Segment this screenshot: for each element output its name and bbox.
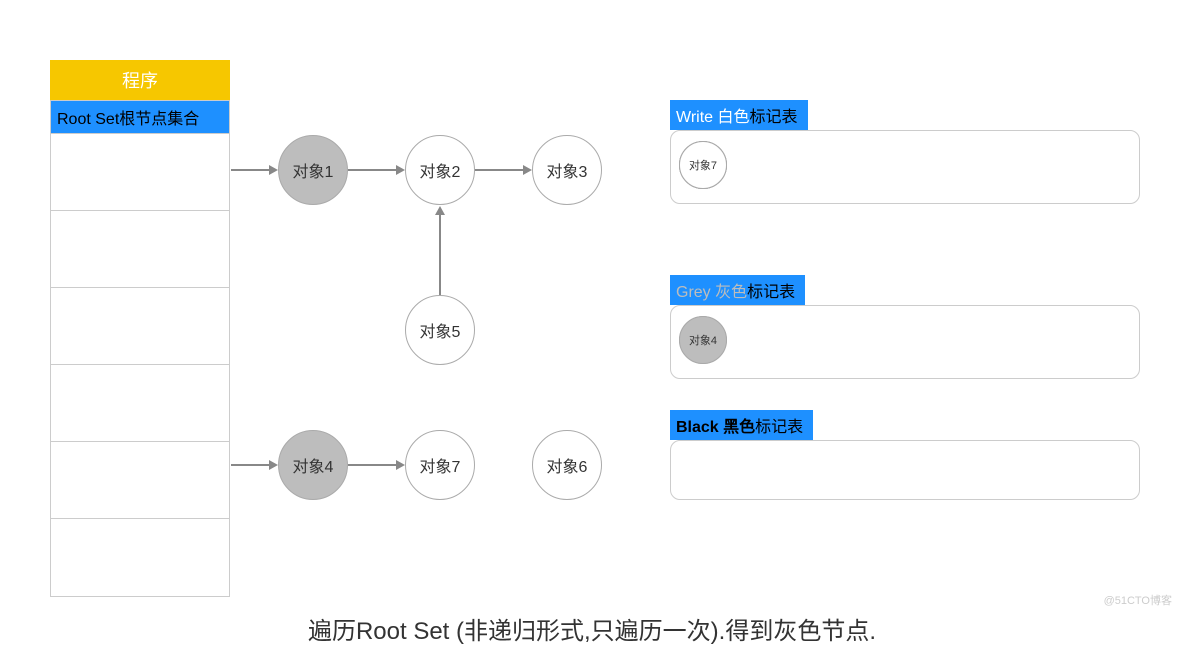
grey-item: 对象4 <box>679 316 727 364</box>
node-obj6: 对象6 <box>532 430 602 500</box>
edge-root-obj4 <box>231 464 271 466</box>
black-table-suffix: 标记表 <box>755 419 803 436</box>
white-table: Write 白色标记表 对象2 对象3 对象5 对象6 对象7 <box>670 100 1140 204</box>
program-title: 程序 <box>50 60 230 100</box>
root-set-table: Root Set根节点集合 <box>50 100 230 597</box>
white-table-prefix: Write 白色 <box>676 109 750 126</box>
grey-table-prefix: Grey 灰色 <box>676 284 747 301</box>
edge-obj1-obj2 <box>348 169 398 171</box>
arrow-head-icon <box>435 206 445 215</box>
arrow-head-icon <box>396 165 405 175</box>
node-obj4: 对象4 <box>278 430 348 500</box>
grey-table-suffix: 标记表 <box>747 284 795 301</box>
diagram-caption: 遍历Root Set (非递归形式,只遍历一次).得到灰色节点. <box>0 611 1184 646</box>
white-item: 对象7 <box>679 141 727 189</box>
root-set-header: Root Set根节点集合 <box>51 101 229 134</box>
edge-root-obj1 <box>231 169 271 171</box>
root-set-row <box>51 288 229 365</box>
black-table-prefix: Black 黑色 <box>676 419 755 436</box>
black-table-body <box>670 440 1140 500</box>
edge-obj5-obj2 <box>439 214 441 295</box>
node-obj5: 对象5 <box>405 295 475 365</box>
edge-obj4-obj7 <box>348 464 398 466</box>
arrow-head-icon <box>269 165 278 175</box>
white-table-header: Write 白色标记表 <box>670 100 808 130</box>
watermark: @51CTO博客 <box>1104 592 1172 608</box>
white-table-body: 对象2 对象3 对象5 对象6 对象7 <box>670 130 1140 204</box>
grey-table: Grey 灰色标记表 对象1 对象4 <box>670 275 1140 379</box>
white-table-suffix: 标记表 <box>750 109 798 126</box>
node-obj7: 对象7 <box>405 430 475 500</box>
root-set-row <box>51 442 229 519</box>
gc-tricolor-diagram: 程序 Root Set根节点集合 对象1 对象2 对象3 对象5 对象4 对象7… <box>0 0 1184 666</box>
node-obj2: 对象2 <box>405 135 475 205</box>
edge-obj2-obj3 <box>475 169 525 171</box>
root-set-row <box>51 519 229 596</box>
black-table-header: Black 黑色标记表 <box>670 410 813 440</box>
root-set-row <box>51 211 229 288</box>
arrow-head-icon <box>396 460 405 470</box>
root-set-row <box>51 365 229 442</box>
node-obj1: 对象1 <box>278 135 348 205</box>
node-obj3: 对象3 <box>532 135 602 205</box>
root-set-row <box>51 134 229 211</box>
black-table: Black 黑色标记表 <box>670 410 1140 500</box>
arrow-head-icon <box>269 460 278 470</box>
grey-table-body: 对象1 对象4 <box>670 305 1140 379</box>
arrow-head-icon <box>523 165 532 175</box>
grey-table-header: Grey 灰色标记表 <box>670 275 805 305</box>
